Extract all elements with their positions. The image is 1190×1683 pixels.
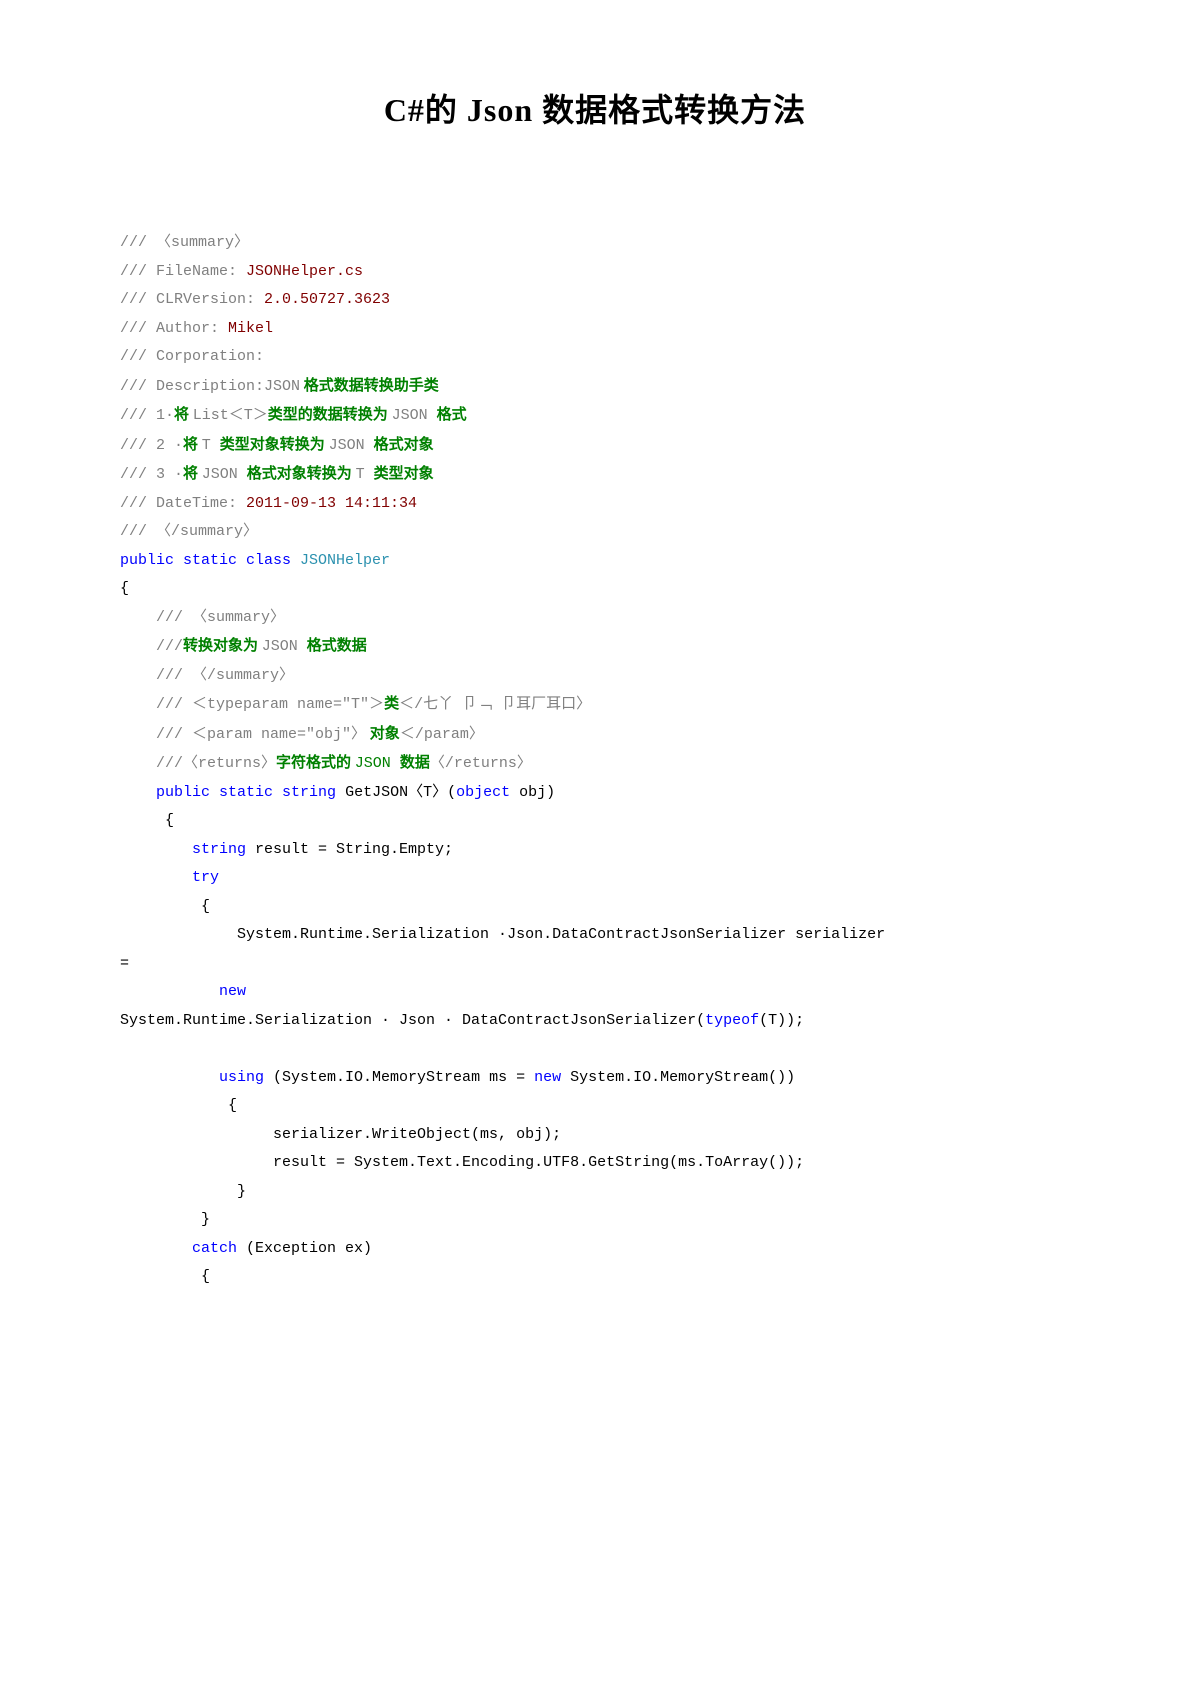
code-text: param name [207, 726, 297, 743]
code-text: T [356, 466, 374, 483]
keyword: catch [120, 1240, 246, 1257]
code-text: JSON [329, 437, 374, 454]
keyword: object [456, 784, 519, 801]
comment-line: /// CLRVersion: [120, 291, 264, 308]
comment-line: /// 3 · [120, 466, 183, 483]
comment-line: /// 〈summary〉 [120, 234, 249, 251]
comment-line: /// 2 · [120, 437, 183, 454]
code-text: JSONHelper.cs [246, 263, 363, 280]
comment-cn: 将 [183, 437, 202, 453]
code-text: JSON [262, 638, 307, 655]
code-text: ="obj"〉 [297, 726, 366, 743]
keyword: string [282, 784, 345, 801]
code-text: serializer.WriteObject(ms, obj); [120, 1126, 561, 1143]
comment-line: /// ＜ [120, 726, 207, 743]
keyword: using [120, 1069, 273, 1086]
comment-line: /// DateTime: [120, 495, 246, 512]
code-text: result = System.Text.Encoding.UTF8.GetSt… [120, 1154, 804, 1171]
keyword: static [219, 784, 282, 801]
code-text: 2011-09-13 14:11:34 [246, 495, 417, 512]
code-text: System.Runtime.Serialization ·Json.DataC… [120, 926, 885, 943]
class-name: JSONHelper [300, 552, 390, 569]
comment-cn: 格式数据转换助手类 [300, 378, 439, 394]
brace: { [120, 1268, 210, 1285]
code-text: System.IO.MemoryStream()) [570, 1069, 795, 1086]
comment-line: /// Description:JSON [120, 378, 300, 395]
comment-cn: 转换对象为 [183, 638, 262, 654]
method-name: GetJSON〈T〉( [345, 784, 456, 801]
comment-line: /// 1· [120, 407, 174, 424]
code-text: 〈/returns〉 [430, 755, 532, 772]
code-text: (Exception ex) [246, 1240, 372, 1257]
comment-line: /// 〈summary〉 [120, 609, 285, 626]
comment-line: /// 〈/summary〉 [120, 523, 258, 540]
code-text: ＜/七丫 卩﹁ 卩耳厂耳口〉 [399, 696, 591, 713]
keyword: string [120, 841, 255, 858]
comment-line: /// FileName: [120, 263, 246, 280]
page-title: C#的 Json 数据格式转换方法 [120, 80, 1070, 141]
code-text: ="T"＞ [333, 696, 384, 713]
comment-cn: 格式数据 [307, 638, 367, 654]
brace: } [120, 1211, 210, 1228]
keyword: new [120, 983, 246, 1000]
code-text: JSON [202, 466, 247, 483]
comment-cn: 格式对象 [374, 437, 434, 453]
comment-cn: 字符格式的 [276, 755, 355, 771]
code-text: Mikel [228, 320, 273, 337]
comment-cn: 格式对象转换为 [247, 466, 356, 482]
comment-cn: 格式 [437, 407, 467, 423]
code-text: (T)); [759, 1012, 804, 1029]
brace: { [120, 812, 174, 829]
comment-line: /// 〈/summary〉 [120, 667, 294, 684]
code-text: ＜/param〉 [400, 726, 484, 743]
code-text: obj) [519, 784, 555, 801]
code-text: = [120, 955, 129, 972]
brace: } [120, 1183, 246, 1200]
comment-line: ///〈returns〉 [120, 755, 276, 772]
comment-line: /// Author: [120, 320, 228, 337]
brace: { [120, 1097, 237, 1114]
comment-line: /// ＜ [120, 696, 207, 713]
brace: { [120, 580, 129, 597]
keyword: typeof [705, 1012, 759, 1029]
code-text: List＜T＞ [193, 407, 268, 424]
comment-cn: 类型的数据转换为 [268, 407, 392, 423]
code-text: JSON [392, 407, 437, 424]
comment-cn: 数据 [400, 755, 430, 771]
code-text: JSON [355, 755, 400, 772]
code-block: /// 〈summary〉 /// FileName: JSONHelper.c… [120, 201, 1070, 1292]
brace: { [120, 898, 210, 915]
comment-cn: 类 [384, 696, 399, 712]
keyword: new [534, 1069, 570, 1086]
comment-cn: 将 [174, 407, 193, 423]
comment-cn: 类型对象 [374, 466, 434, 482]
keyword: try [120, 869, 219, 886]
comment-line: /// [120, 638, 183, 655]
code-text: typeparam name [207, 696, 333, 713]
comment-cn: 对象 [366, 726, 400, 742]
code-text: 2.0.50727.3623 [264, 291, 390, 308]
comment-cn: 将 [183, 466, 202, 482]
keyword: static [183, 552, 246, 569]
code-text: System.Runtime.Serialization · Json · Da… [120, 1012, 705, 1029]
comment-cn: 类型对象转换为 [220, 437, 329, 453]
keyword: public [120, 552, 183, 569]
keyword: public [120, 784, 219, 801]
code-text: result = String.Empty; [255, 841, 453, 858]
keyword: class [246, 552, 300, 569]
comment-line: /// Corporation: [120, 348, 264, 365]
code-text: T [202, 437, 220, 454]
code-text: (System.IO.MemoryStream ms = [273, 1069, 534, 1086]
